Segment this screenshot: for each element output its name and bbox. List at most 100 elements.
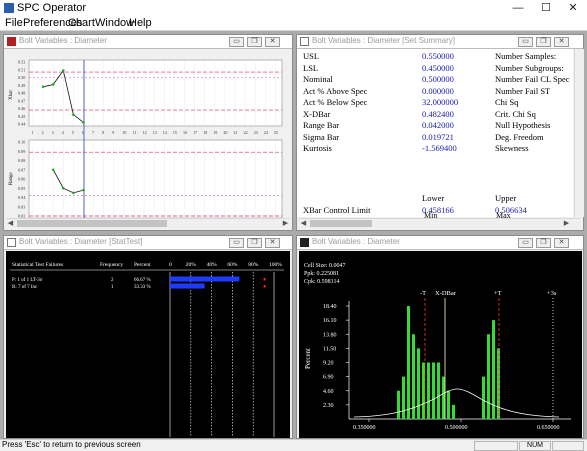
scale-label: 20% <box>186 262 197 268</box>
histogram-bar <box>482 376 485 419</box>
histogram-bar <box>427 362 430 419</box>
histogram-bar <box>497 348 500 419</box>
menu-help[interactable]: Help <box>129 17 152 29</box>
summary-value: 0.019721 <box>422 131 454 142</box>
menu-file[interactable]: File <box>5 17 23 29</box>
x-tick-label: 11 <box>133 130 137 135</box>
xbar-tick-label: 0.46 <box>18 106 25 111</box>
set-summary-title: Bolt Variables : Diameter [Set Summary] <box>312 36 456 45</box>
x-tick-label: 10 <box>122 130 126 135</box>
x-tick-label: 13 <box>153 130 157 135</box>
pane-minimize-button[interactable]: ▭ <box>229 37 244 47</box>
pane-close-button[interactable]: ✕ <box>265 37 280 47</box>
summary-value: 0.550000 <box>422 51 454 61</box>
scale-label: 40% <box>207 262 218 268</box>
histogram-bar <box>432 362 435 419</box>
histogram-title-bar[interactable]: Bolt Variables : Diameter ▭ ❐ ✕ <box>297 236 583 250</box>
hist-ytick-label: 4.60 <box>323 389 334 395</box>
pane-minimize-button[interactable]: ▭ <box>518 238 533 248</box>
scroll-left-icon[interactable]: ◀ <box>299 219 308 228</box>
summary-label: Kurtosis <box>303 143 332 153</box>
histogram-bar <box>402 376 405 419</box>
control-chart-title-bar[interactable]: Bolt Variables : Diameter ▭ ❐ ✕ <box>4 35 292 49</box>
pane-restore-button[interactable]: ❐ <box>247 37 262 47</box>
xbar-axis-label: Xbar <box>9 90 14 100</box>
xbar-point <box>41 85 45 89</box>
pane-restore-button[interactable]: ❐ <box>536 37 551 47</box>
summary-label-2: Skewness <box>495 143 529 153</box>
stattest-title-bar[interactable]: Bolt Variables : Diameter [StatTest] ▭ ❐… <box>4 236 292 250</box>
hist-xtick-label: 0.500000 <box>445 425 468 431</box>
summary-label-2: Number Fail CL Spec <box>495 74 570 84</box>
stat-percent: 33.33 % <box>134 285 151 290</box>
cell-size-text: Cell Size: 0.0047 <box>304 263 346 269</box>
histogram-title: Bolt Variables : Diameter <box>312 237 400 246</box>
xbar-tick-label: 0.44 <box>18 122 26 127</box>
range-tick-label: 0.05 <box>18 186 25 191</box>
x-tick-label: 25 <box>274 130 278 135</box>
pane-minimize-button[interactable]: ▭ <box>229 238 244 248</box>
hist-xtick-label: 0.650000 <box>537 425 560 431</box>
x-tick-label: 9 <box>112 130 114 135</box>
x-tick-label: 24 <box>264 130 268 135</box>
stat-marker <box>263 285 266 288</box>
xbar-point <box>62 69 65 72</box>
chart-hscroll-thumb[interactable] <box>17 220 167 227</box>
scale-label: 60% <box>227 262 238 268</box>
stat-bar <box>170 276 240 282</box>
mdi-workspace: Bolt Variables : Diameter ▭ ❐ ✕ Xbar Ran… <box>0 31 587 439</box>
set-summary-title-bar[interactable]: Bolt Variables : Diameter [Set Summary] … <box>297 35 583 49</box>
pane-minimize-button[interactable]: ▭ <box>518 37 533 47</box>
pane-close-button[interactable]: ✕ <box>554 37 569 47</box>
pane-restore-button[interactable]: ❐ <box>536 238 551 248</box>
summary-hscroll-thumb[interactable] <box>310 220 372 227</box>
xbar-tick-label: 0.45 <box>18 114 25 119</box>
summary-value: 0.500000 <box>422 74 454 84</box>
histogram-bar <box>397 390 400 419</box>
xbar-point <box>51 83 55 86</box>
pane-close-button[interactable]: ✕ <box>554 238 569 248</box>
set-summary-pane: Bolt Variables : Diameter [Set Summary] … <box>296 34 584 231</box>
x-tick-label: 16 <box>183 130 187 135</box>
summary-vscroll[interactable] <box>574 49 584 217</box>
control-chart: Xbar Range 0.52 0.51 0.50 0.49 0.48 0.47 0.46 0… <box>9 60 283 219</box>
summary-hscroll[interactable]: ◀ ▶ <box>299 218 581 228</box>
scale-label: 100% <box>269 262 282 268</box>
range-tick-label: 0.03 <box>18 204 25 209</box>
summary-label-2: Number Fail ST <box>495 85 551 96</box>
close-window-button[interactable]: ✕ <box>559 0 587 16</box>
summary-value: 0.450000 <box>422 62 454 73</box>
range-point <box>62 186 65 190</box>
stat-failure-name: P: 1 of 1 LT-3σ <box>12 278 43 283</box>
range-point <box>82 188 85 192</box>
app-title-bar: SPC Operator — ☐ ✕ <box>0 0 587 16</box>
hist-ytick-label: 11.50 <box>323 346 336 352</box>
minimize-window-button[interactable]: — <box>504 0 532 16</box>
chart-hscroll[interactable]: ◀ ▶ <box>6 218 290 228</box>
menu-chart[interactable]: Chart <box>68 17 95 29</box>
range-tick-label: 0.06 <box>18 177 25 182</box>
pane-restore-button[interactable]: ❐ <box>247 238 262 248</box>
x-tick-label: 18 <box>203 130 207 135</box>
scroll-left-icon[interactable]: ◀ <box>6 219 15 228</box>
stattest-title: Bolt Variables : Diameter [StatTest] <box>19 237 143 246</box>
scroll-right-icon[interactable]: ▶ <box>281 219 290 228</box>
range-plot-area <box>28 139 283 219</box>
xbar-tick-label: 0.50 <box>18 75 25 80</box>
stattest-chart: Statistical Test Failures Frequency Perc… <box>6 251 290 438</box>
ppk-text: Ppk: 0.225081 <box>304 271 339 277</box>
hist-ytick-label: 16.10 <box>323 318 337 324</box>
histogram-bar <box>447 390 450 419</box>
maximize-window-button[interactable]: ☐ <box>532 0 560 16</box>
stat-marker <box>263 278 266 281</box>
col-max-header: Max <box>496 211 511 220</box>
pane-close-button[interactable]: ✕ <box>265 238 280 248</box>
control-chart-title: Bolt Variables : Diameter <box>19 36 107 45</box>
x-tick-label: 21 <box>234 130 238 135</box>
summary-label: X-DBar <box>303 108 331 119</box>
histogram-chart: Cell Size: 0.0047 Ppk: 0.225081 Cpk: 0.5… <box>299 251 582 438</box>
scroll-right-icon[interactable]: ▶ <box>562 219 571 228</box>
histogram-bar <box>437 362 440 419</box>
failures-header: Statistical Test Failures <box>12 262 63 268</box>
histogram-bar <box>407 306 410 419</box>
